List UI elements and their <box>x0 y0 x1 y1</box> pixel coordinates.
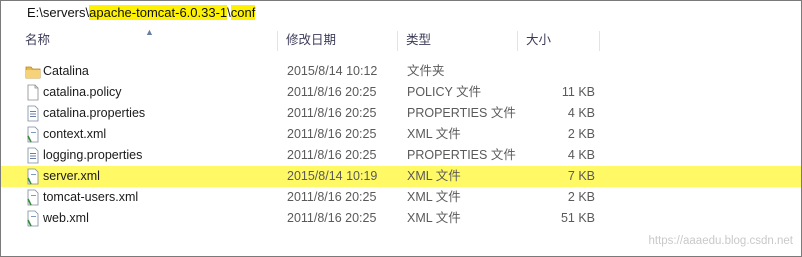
file-size: 7 KB <box>567 169 595 183</box>
watermark-text: https://aaaedu.blog.csdn.net <box>648 235 794 247</box>
file-date: 2011/8/16 20:25 <box>287 190 377 204</box>
file-type: PROPERTIES 文件 <box>407 148 516 162</box>
file-size: 2 KB <box>567 127 595 141</box>
file-size: 51 KB <box>560 211 595 225</box>
path-segment-conf[interactable]: conf <box>230 5 256 20</box>
file-row[interactable]: tomcat-users.xml 2011/8/16 20:25 XML 文件 … <box>1 187 801 208</box>
file-name: Catalina <box>43 64 89 78</box>
file-size <box>521 61 595 82</box>
file-row[interactable]: web.xml 2011/8/16 20:25 XML 文件 51 KB <box>1 208 801 229</box>
file-type: XML 文件 <box>407 127 461 141</box>
file-name: tomcat-users.xml <box>43 190 139 204</box>
file-type: POLICY 文件 <box>407 85 482 99</box>
file-size: 4 KB <box>567 148 595 162</box>
file-name: context.xml <box>43 127 107 141</box>
file-date: 2011/8/16 20:25 <box>287 211 377 225</box>
column-header-size[interactable]: 大小 <box>526 29 551 51</box>
file-name: web.xml <box>43 211 89 225</box>
address-bar-path[interactable]: E:\servers\apache-tomcat-6.0.33-1\conf <box>27 4 256 22</box>
xml-file-icon <box>25 126 41 143</box>
file-date: 2015/8/14 10:19 <box>287 169 378 183</box>
file-size: 11 KB <box>561 85 595 99</box>
column-header-date[interactable]: 修改日期 <box>286 29 336 51</box>
file-date: 2011/8/16 20:25 <box>287 127 377 141</box>
file-date: 2011/8/16 20:25 <box>287 148 377 162</box>
file-icon <box>25 84 41 101</box>
file-date: 2015/8/14 10:12 <box>287 64 378 78</box>
column-divider[interactable] <box>517 31 518 51</box>
path-prefix: E:\servers\ <box>27 5 90 20</box>
file-size: 4 KB <box>567 106 595 120</box>
column-header-name[interactable]: 名称 <box>25 29 50 51</box>
file-type: PROPERTIES 文件 <box>407 106 516 120</box>
file-name: catalina.properties <box>43 106 146 120</box>
file-row[interactable]: Catalina 2015/8/14 10:12 文件夹 <box>1 61 801 82</box>
file-row[interactable]: logging.properties 2011/8/16 20:25 PROPE… <box>1 145 801 166</box>
file-row[interactable]: catalina.properties 2011/8/16 20:25 PROP… <box>1 103 801 124</box>
properties-file-icon <box>25 105 41 122</box>
file-date: 2011/8/16 20:25 <box>287 106 377 120</box>
file-row[interactable]: context.xml 2011/8/16 20:25 XML 文件 2 KB <box>1 124 801 145</box>
file-type: XML 文件 <box>407 169 461 183</box>
file-type: XML 文件 <box>407 190 461 204</box>
file-type: 文件夹 <box>407 64 445 78</box>
file-date: 2011/8/16 20:25 <box>287 85 377 99</box>
column-header-row: ▲ 名称 修改日期 类型 大小 <box>1 27 801 51</box>
xml-file-icon <box>25 210 41 227</box>
file-size: 2 KB <box>567 190 595 204</box>
column-header-type[interactable]: 类型 <box>406 29 431 51</box>
column-divider[interactable] <box>397 31 398 51</box>
file-type: XML 文件 <box>407 211 461 225</box>
file-row-highlighted[interactable]: server.xml 2015/8/14 10:19 XML 文件 7 KB <box>1 166 801 187</box>
xml-file-icon <box>25 168 41 185</box>
file-name: server.xml <box>43 169 100 183</box>
column-divider[interactable] <box>599 31 600 51</box>
file-row[interactable]: catalina.policy 2011/8/16 20:25 POLICY 文… <box>1 82 801 103</box>
explorer-window: E:\servers\apache-tomcat-6.0.33-1\conf ▲… <box>0 0 802 257</box>
properties-file-icon <box>25 147 41 164</box>
xml-file-icon <box>25 189 41 206</box>
file-name: catalina.policy <box>43 85 122 99</box>
folder-icon <box>25 63 41 80</box>
path-segment-tomcat[interactable]: apache-tomcat-6.0.33-1 <box>89 5 228 20</box>
sort-ascending-icon: ▲ <box>145 27 154 37</box>
file-name: logging.properties <box>43 148 143 162</box>
column-divider[interactable] <box>277 31 278 51</box>
